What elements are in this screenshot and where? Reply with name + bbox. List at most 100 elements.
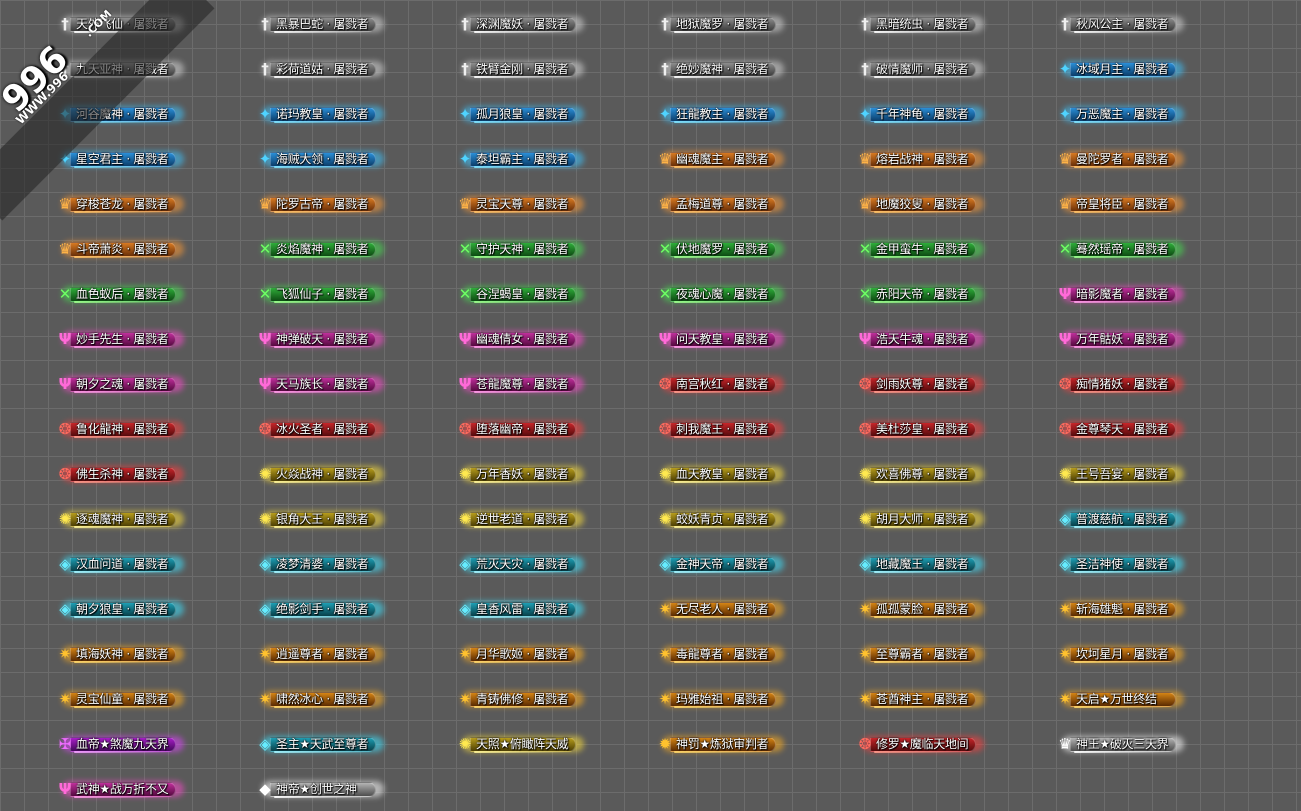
trident-icon: Ψ	[258, 330, 272, 348]
badge-rank: 屠戮者	[533, 17, 569, 31]
badge-separator: ·	[922, 152, 934, 166]
title-badge: Ψ 幽魂倩女 · 屠戮者	[454, 329, 584, 349]
title-badge: ✦ 狂龍教主 · 屠戮者	[654, 104, 784, 124]
badge-text: 谷涅蝎皇 · 屠戮者	[476, 287, 569, 301]
badge-name: 坎坷星月	[1076, 647, 1123, 661]
watermark-tag-text: .COM	[82, 7, 115, 40]
lotus-icon: ✺	[658, 510, 672, 528]
badge-name: 逐魂魔神	[76, 512, 123, 526]
badge-rank: 屠戮者	[133, 512, 169, 526]
badge-name: 海贼大领	[276, 152, 323, 166]
badge-name: 地魔狡叟	[876, 197, 923, 211]
badge-name: 剑雨妖尊	[876, 377, 923, 391]
badge-text: 帝皇将臣 · 屠戮者	[1076, 197, 1169, 211]
badge-name: 朝夕狼皇	[76, 602, 123, 616]
phoenix-icon: ❂	[458, 420, 472, 438]
badge-text: 陀罗古帝 · 屠戮者	[276, 197, 369, 211]
badge-text: 神弹破天 · 屠戮者	[276, 332, 369, 346]
badge-streak	[674, 751, 772, 753]
badge-rank: 屠戮者	[133, 422, 169, 436]
badge-name: 赤阳天帝	[876, 287, 923, 301]
badge-separator: ·	[322, 557, 334, 571]
badge-name: 诺玛教皇	[276, 107, 323, 121]
badge-name: 铁臂金刚	[476, 62, 523, 76]
badge-rank: 屠戮者	[333, 422, 369, 436]
wing-icon: ✦	[1058, 60, 1072, 78]
badge-separator: ·	[1122, 557, 1134, 571]
badge-name: 天马族长	[276, 377, 323, 391]
flame-icon: ✷	[858, 600, 872, 618]
badge-rank: 屠戮者	[733, 512, 769, 526]
badge-name: 普渡慈航	[1076, 512, 1123, 526]
badge-text: 破情魔师 · 屠戮者	[876, 62, 969, 76]
badge-separator: ·	[522, 377, 534, 391]
badge-streak	[874, 391, 972, 393]
badge-rank: 屠戮者	[533, 152, 569, 166]
badge-separator: ·	[322, 152, 334, 166]
badge-separator: ·	[1122, 377, 1134, 391]
title-badge: Ψ 万年骷妖 · 屠戮者	[1054, 329, 1184, 349]
badge-rank: 屠戮者	[133, 557, 169, 571]
flame-icon: ✷	[458, 690, 472, 708]
badge-text: 圣主★天武至尊者	[276, 737, 369, 751]
title-badge: ❂ 痴情猪妖 · 屠戮者	[1054, 374, 1184, 394]
badge-streak	[474, 211, 572, 213]
badge-streak	[474, 166, 572, 168]
badge-separator: ·	[122, 512, 134, 526]
badge-separator: ·	[922, 647, 934, 661]
title-badge: ✠ 血帝★煞魔九天界	[54, 734, 184, 754]
badge-separator: ·	[1122, 512, 1134, 526]
badge-streak	[274, 571, 372, 573]
badge-rank: 屠戮者	[133, 692, 169, 706]
badge-text: 孤孤蒙脸 · 屠戮者	[876, 602, 969, 616]
title-badge: ✕ 赤阳天帝 · 屠戮者	[854, 284, 984, 304]
title-badge: Ψ 神弹破天 · 屠戮者	[254, 329, 384, 349]
gem-icon: ◈	[659, 555, 671, 573]
title-badge: † 破情魔师 · 屠戮者	[854, 59, 984, 79]
title-badge: ✷ 月华歌姬 · 屠戮者	[454, 644, 584, 664]
badge-text: 蛟妖青贞 · 屠戮者	[676, 512, 769, 526]
badge-separator: ·	[522, 62, 534, 76]
title-badge: ✷ 无尽老人 · 屠戮者	[654, 599, 784, 619]
badge-separator: ·	[522, 512, 534, 526]
badge-rank: 屠戮者	[333, 287, 369, 301]
title-badge: ✺ 天照★俯瞰阵天威	[454, 734, 584, 754]
badge-text: 毒龍尊者 · 屠戮者	[676, 647, 769, 661]
badge-text: 夜魂心魔 · 屠戮者	[676, 287, 769, 301]
badge-streak	[1074, 481, 1172, 483]
title-badge: Ψ 浩天牛魂 · 屠戮者	[854, 329, 984, 349]
badge-rank: 屠戮者	[933, 107, 969, 121]
badge-rank: 屠戮者	[933, 602, 969, 616]
badge-name: 陀罗古帝	[276, 197, 323, 211]
badge-streak	[274, 211, 372, 213]
crown-icon: ♛	[858, 150, 872, 168]
badge-name: 冰域月主	[1076, 62, 1123, 76]
badge-rank: 屠戮者	[933, 332, 969, 346]
badge-text: 痴情猪妖 · 屠戮者	[1076, 377, 1169, 391]
title-badge: Ψ 天马族长 · 屠戮者	[254, 374, 384, 394]
badge-name: 苍酋神主	[876, 692, 923, 706]
badge-streak	[474, 706, 572, 708]
badge-separator: ·	[522, 107, 534, 121]
badge-separator: ·	[322, 512, 334, 526]
badge-separator: ·	[1122, 152, 1134, 166]
badge-text: 蓦然瑶帝 · 屠戮者	[1076, 242, 1169, 256]
title-badge: ✷ 苍酋神主 · 屠戮者	[854, 689, 984, 709]
badge-name: 飞狐仙子	[276, 287, 323, 301]
badge-name: 金甲蛮牛	[876, 242, 923, 256]
badge-name: 曼陀罗者	[1076, 152, 1123, 166]
badge-separator: ·	[322, 242, 334, 256]
lotus-icon: ✺	[258, 510, 272, 528]
badge-rank: 屠戮者	[333, 62, 369, 76]
badge-separator: ·	[722, 377, 734, 391]
trident-icon: Ψ	[58, 330, 72, 348]
badge-text: 金神天帝 · 屠戮者	[676, 557, 769, 571]
badge-streak	[674, 661, 772, 663]
title-badge: † 黑暴巴蛇 · 屠戮者	[254, 14, 384, 34]
badge-streak	[674, 526, 772, 528]
title-badge: Ψ 问天教皇 · 屠戮者	[654, 329, 784, 349]
title-badge: Ψ 苍龍魔尊 · 屠戮者	[454, 374, 584, 394]
crown-icon: ♛	[58, 240, 72, 258]
wing-icon: ✦	[1058, 105, 1072, 123]
badge-text: 幽魂倩女 · 屠戮者	[476, 332, 569, 346]
